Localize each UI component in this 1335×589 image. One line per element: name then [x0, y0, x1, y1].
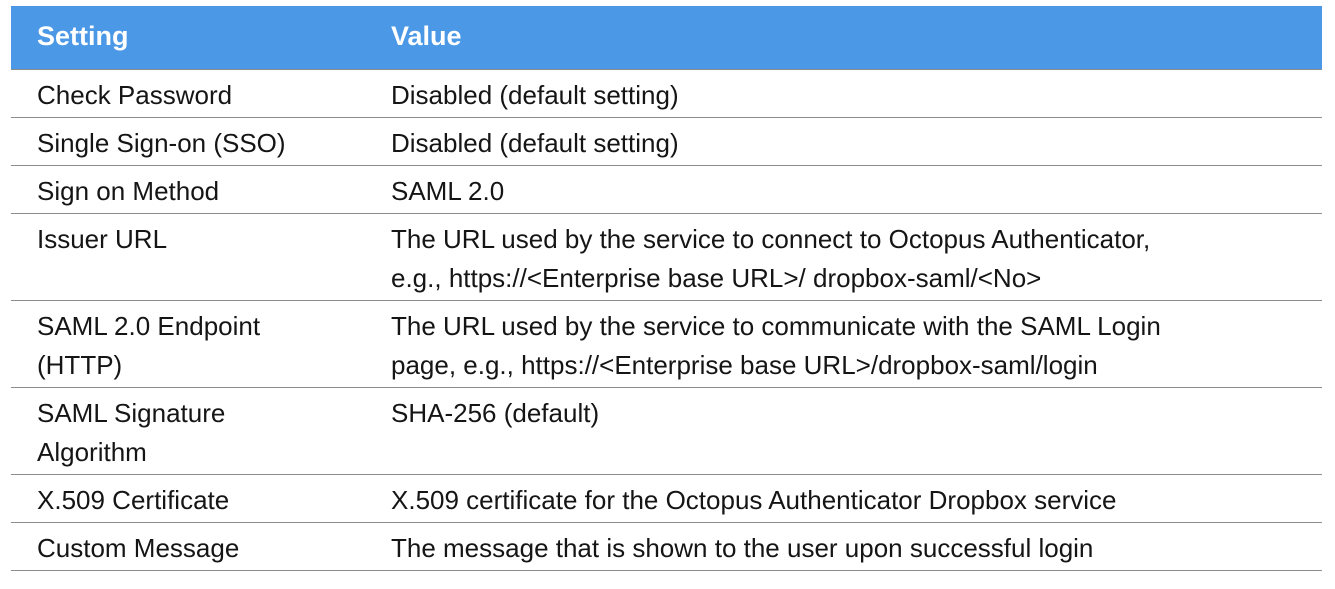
value-cell: Disabled (default setting) — [365, 117, 1322, 166]
setting-cell: X.509 Certificate — [11, 474, 365, 523]
table-row: Custom Message The message that is shown… — [11, 522, 1322, 571]
value-cell: Disabled (default setting) — [365, 69, 1322, 118]
setting-cell: Issuer URL — [11, 213, 365, 301]
settings-table: Setting Value Check Password Disabled (d… — [11, 6, 1322, 571]
setting-cell: Custom Message — [11, 522, 365, 571]
setting-cell: Sign on Method — [11, 165, 365, 214]
setting-cell: Check Password — [11, 69, 365, 118]
value-cell: X.509 certificate for the Octopus Authen… — [365, 474, 1322, 523]
table-header: Setting Value — [11, 6, 1322, 69]
table-row: X.509 Certificate X.509 certificate for … — [11, 474, 1322, 523]
table-body: Check Password Disabled (default setting… — [11, 69, 1322, 571]
value-cell: The URL used by the service to connect t… — [365, 213, 1322, 301]
setting-cell: Single Sign-on (SSO) — [11, 117, 365, 166]
table-row: Issuer URL The URL used by the service t… — [11, 213, 1322, 301]
table-row: Single Sign-on (SSO) Disabled (default s… — [11, 117, 1322, 166]
table-row: SAML 2.0 Endpoint (HTTP) The URL used by … — [11, 300, 1322, 388]
setting-cell: SAML Signature Algorithm — [11, 387, 365, 475]
value-cell: The message that is shown to the user up… — [365, 522, 1322, 571]
value-cell: The URL used by the service to communica… — [365, 300, 1322, 388]
setting-cell: SAML 2.0 Endpoint (HTTP) — [11, 300, 365, 388]
header-setting: Setting — [37, 20, 129, 51]
header-row: Setting Value — [11, 6, 1322, 69]
value-cell: SAML 2.0 — [365, 165, 1322, 214]
table-row: SAML Signature Algorithm SHA-256 (default… — [11, 387, 1322, 475]
value-cell: SHA-256 (default) — [365, 387, 1322, 475]
table-row: Sign on Method SAML 2.0 — [11, 165, 1322, 214]
table-row: Check Password Disabled (default setting… — [11, 69, 1322, 118]
header-value: Value — [391, 20, 462, 51]
settings-table-container: Setting Value Check Password Disabled (d… — [11, 6, 1322, 571]
